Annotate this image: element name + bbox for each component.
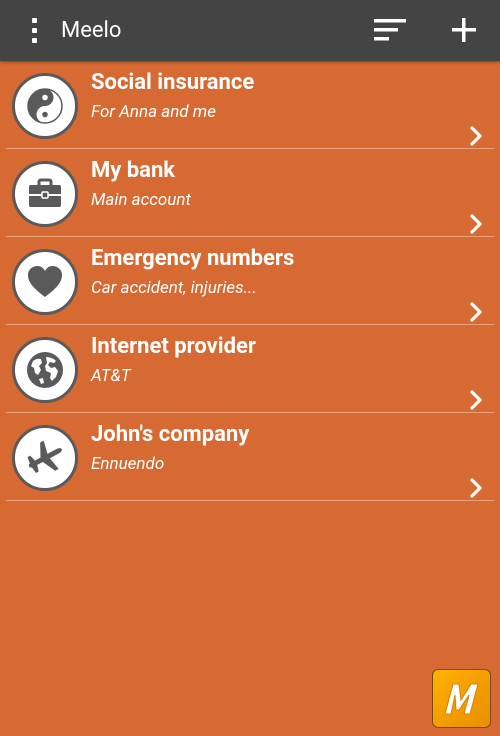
chevron-right-icon [470, 126, 482, 146]
chevron-right-icon [470, 302, 482, 322]
list-item-subtitle: Main account [91, 190, 191, 210]
list-item-my-bank[interactable]: My bank Main account [6, 149, 494, 237]
chevron-right-icon [470, 214, 482, 234]
list-item-social-insurance[interactable]: Social insurance For Anna and me [6, 61, 494, 149]
briefcase-icon [12, 161, 78, 227]
chevron-right-icon [470, 478, 482, 498]
airplane-icon [12, 425, 78, 491]
list-item-emergency-numbers[interactable]: Emergency numbers Car accident, injuries… [6, 237, 494, 325]
list-item-johns-company[interactable]: John's company Ennuendo [6, 413, 494, 501]
list-item-title: Emergency numbers [91, 246, 295, 271]
list-item-subtitle: For Anna and me [91, 102, 216, 122]
list-item-subtitle: Car accident, injuries... [91, 278, 257, 298]
list-item-subtitle: AT&T [91, 366, 131, 386]
app-bar: Meelo [0, 0, 500, 61]
heart-icon [12, 249, 78, 315]
list-item-title: Internet provider [91, 334, 256, 359]
yin-yang-icon [12, 73, 78, 139]
list-item-title: My bank [91, 158, 176, 183]
sort-icon[interactable] [370, 14, 410, 46]
plus-icon[interactable] [446, 12, 482, 48]
overflow-menu-icon[interactable] [24, 14, 44, 46]
list-item-title: John's company [91, 422, 250, 447]
list-item-internet-provider[interactable]: Internet provider AT&T [6, 325, 494, 413]
list-item-subtitle: Ennuendo [91, 454, 165, 474]
chevron-right-icon [470, 390, 482, 410]
app-title: Meelo [61, 18, 122, 43]
list-item-title: Social insurance [91, 70, 255, 95]
meelo-logo[interactable] [432, 669, 491, 728]
entry-list: Social insurance For Anna and me My bank… [0, 61, 500, 501]
globe-icon [12, 337, 78, 403]
